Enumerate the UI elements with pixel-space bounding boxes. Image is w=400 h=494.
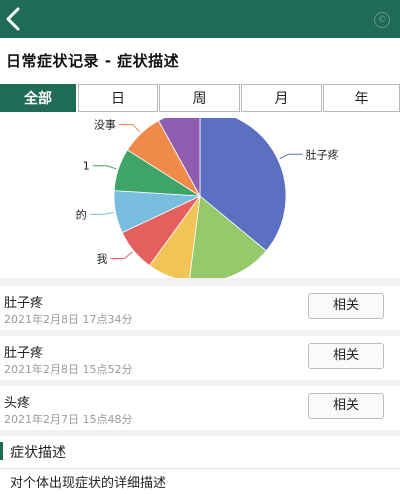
record-time: 2021年2月8日 15点52分 [4,363,133,376]
section-accent-bar [0,442,3,460]
pie-leader-line [92,165,117,170]
page-title: 日常症状记录 - 症状描述 [6,52,180,70]
pie-leader-line [89,211,114,215]
period-tabs: 全部 日 周 月 年 [0,84,400,114]
symptom-description-section: 症状描述 对个体出现症状的详细描述 [0,436,400,494]
section-description: 对个体出现症状的详细描述 [10,476,167,491]
tab-all[interactable]: 全部 [0,84,76,112]
tab-day[interactable]: 日 [78,84,158,112]
divider [0,278,400,286]
record-name: 肚子疼 [4,296,44,311]
section-divider [0,468,400,469]
tab-week[interactable]: 周 [159,84,240,112]
record-row: 肚子疼 2021年2月8日 15点52分 相关 [0,336,400,380]
page-header: 日常症状记录 - 症状描述 [0,38,400,82]
pie-chart-panel: 肚子疼头疼嗯嗯我的1没事脖子疼 [0,94,400,294]
back-chevron-icon [6,7,20,31]
watermark-icon: © [374,12,390,28]
record-row: 肚子疼 2021年2月8日 17点34分 相关 [0,286,400,330]
record-name: 肚子疼 [4,346,44,361]
tab-year[interactable]: 年 [323,84,400,112]
pie-slice-label: 的 [76,207,87,221]
pie-slice-label: 1 [83,160,90,173]
record-name: 头疼 [4,396,31,411]
section-title: 症状描述 [10,445,66,461]
related-button[interactable]: 相关 [308,293,384,319]
back-button[interactable] [2,4,30,34]
related-button[interactable]: 相关 [308,393,384,419]
pie-slice-label: 肚子疼 [306,147,339,161]
record-time: 2021年2月7日 15点48分 [4,413,133,426]
top-app-bar: © [0,0,400,38]
tab-month[interactable]: 月 [241,84,322,112]
pie-leader-line [279,153,303,159]
record-row: 头疼 2021年2月7日 15点48分 相关 [0,386,400,430]
pie-slice-label: 没事 [94,119,116,132]
record-time: 2021年2月8日 17点34分 [4,313,133,326]
pie-leader-line [110,251,133,259]
symptom-pie-chart: 肚子疼头疼嗯嗯我的1没事脖子疼 [76,94,339,294]
pie-slice-label: 我 [96,252,107,265]
pie-leader-line [118,124,141,133]
related-button[interactable]: 相关 [308,343,384,369]
